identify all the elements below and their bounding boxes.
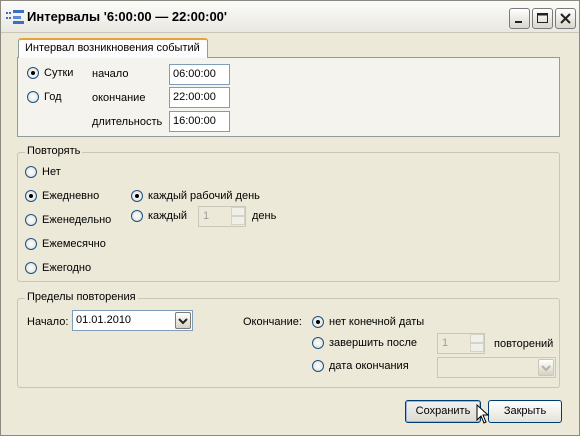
- radio-every-n-days[interactable]: каждый: [131, 210, 187, 222]
- window-title: Интервалы '6:00:00 — 22:00:00': [27, 9, 228, 24]
- minimize-button[interactable]: [509, 8, 530, 29]
- end-time-field[interactable]: 22:00:00: [169, 87, 230, 108]
- limit-start-date-value: 01.01.2010: [76, 314, 132, 326]
- radio-year[interactable]: Год: [27, 91, 62, 103]
- close-window-button[interactable]: [555, 8, 576, 29]
- radio-indicator: [312, 337, 324, 349]
- radio-indicator: [25, 214, 37, 226]
- radio-day-label: Сутки: [44, 67, 74, 79]
- radio-repeat-monthly[interactable]: Ежемесячно: [25, 238, 106, 250]
- limit-end-label: Окончание:: [243, 316, 302, 328]
- radio-indicator: [25, 238, 37, 250]
- dropdown-button[interactable]: [538, 359, 554, 376]
- repeat-legend: Повторять: [25, 145, 83, 157]
- start-time-label: начало: [92, 68, 129, 80]
- occurrences-stepper[interactable]: 1: [437, 333, 485, 354]
- radio-indicator: [131, 210, 143, 222]
- tab-event-interval[interactable]: Интервал возникновения событий: [18, 38, 208, 58]
- occurrences-label: повторений: [494, 338, 554, 350]
- app-icon: [6, 10, 24, 24]
- close-icon: [560, 13, 571, 24]
- radio-indicator: [131, 190, 143, 202]
- chevron-down-icon: [541, 365, 551, 372]
- duration-label: длительность: [92, 116, 163, 128]
- radio-every-workday-label: каждый рабочий день: [148, 190, 260, 202]
- start-time-field[interactable]: 06:00:00: [169, 64, 230, 85]
- intervals-window: Интервалы '6:00:00 — 22:00:00' Интервал …: [0, 0, 580, 436]
- radio-no-end-date[interactable]: нет конечной даты: [312, 316, 424, 328]
- radio-indicator: [25, 166, 37, 178]
- radio-indicator: [312, 316, 324, 328]
- radio-repeat-daily-label: Ежедневно: [42, 190, 100, 202]
- stepper-down-icon[interactable]: [470, 343, 484, 352]
- radio-repeat-weekly-label: Еженедельно: [42, 214, 112, 226]
- radio-repeat-daily[interactable]: Ежедневно: [25, 190, 99, 202]
- radio-every-n-days-label: каждый: [148, 210, 187, 222]
- stepper-up-icon[interactable]: [231, 207, 245, 216]
- days-unit-label: день: [252, 210, 277, 222]
- chevron-down-icon: [178, 318, 188, 325]
- radio-indicator: [27, 67, 39, 79]
- radio-every-workday[interactable]: каждый рабочий день: [131, 190, 260, 202]
- radio-repeat-yearly-label: Ежегодно: [42, 262, 92, 274]
- days-interval-value: 1: [203, 210, 210, 222]
- radio-no-end-date-label: нет конечной даты: [329, 316, 425, 328]
- radio-indicator: [25, 190, 37, 202]
- stepper-down-icon[interactable]: [231, 216, 245, 225]
- radio-end-after[interactable]: завершить после: [312, 337, 417, 349]
- limit-start-date-select[interactable]: 01.01.2010: [72, 310, 193, 331]
- end-time-label: окончание: [92, 92, 146, 104]
- end-date-select[interactable]: [437, 357, 556, 378]
- radio-indicator: [312, 360, 324, 372]
- close-button[interactable]: Закрыть: [488, 400, 562, 423]
- dropdown-button[interactable]: [175, 312, 191, 329]
- radio-end-date-label: дата окончания: [329, 360, 409, 372]
- radio-end-after-label: завершить после: [329, 337, 418, 349]
- save-button[interactable]: Сохранить: [405, 400, 481, 423]
- title-bar[interactable]: Интервалы '6:00:00 — 22:00:00': [1, 1, 579, 33]
- stepper-arrows[interactable]: [470, 334, 484, 353]
- radio-repeat-monthly-label: Ежемесячно: [42, 238, 106, 250]
- occurrences-value: 1: [442, 337, 449, 349]
- radio-repeat-weekly[interactable]: Еженедельно: [25, 214, 111, 226]
- radio-year-label: Год: [44, 91, 62, 103]
- radio-indicator: [27, 91, 39, 103]
- radio-repeat-yearly[interactable]: Ежегодно: [25, 262, 91, 274]
- stepper-up-icon[interactable]: [470, 334, 484, 343]
- duration-field[interactable]: 16:00:00: [169, 111, 230, 132]
- mouse-cursor-icon: [476, 404, 490, 424]
- limit-start-label: Начало:: [27, 316, 69, 328]
- days-interval-stepper[interactable]: 1: [198, 206, 246, 227]
- radio-repeat-none[interactable]: Нет: [25, 166, 61, 178]
- radio-end-date[interactable]: дата окончания: [312, 360, 409, 372]
- stepper-arrows[interactable]: [231, 207, 245, 226]
- radio-indicator: [25, 262, 37, 274]
- repeat-limits-legend: Пределы повторения: [25, 291, 138, 303]
- radio-day[interactable]: Сутки: [27, 67, 73, 79]
- minimize-icon: [515, 21, 522, 23]
- radio-repeat-none-label: Нет: [42, 166, 61, 178]
- maximize-icon: [537, 13, 548, 23]
- maximize-button[interactable]: [532, 8, 553, 29]
